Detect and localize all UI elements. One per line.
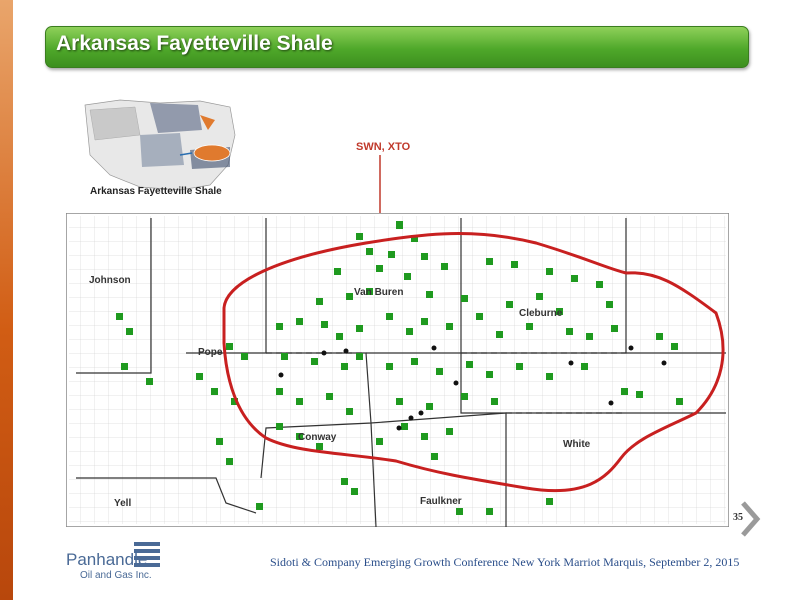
county-label-cleburne: Cleburne [519, 308, 563, 319]
title-banner: Arkansas Fayetteville Shale [45, 26, 749, 68]
county-label-yell: Yell [114, 498, 131, 509]
county-label-johnson: Johnson [89, 275, 131, 286]
panhandle-logo: Panhandle Oil and Gas Inc. [66, 540, 162, 594]
logo-name: Panhandle [66, 550, 148, 569]
fayetteville-shale-map: Johnson Van Buren Cleburne Pope Conway W… [66, 213, 729, 527]
left-accent-bar [0, 0, 13, 600]
inset-map-label: Arkansas Fayetteville Shale [90, 186, 222, 197]
county-label-pope: Pope [198, 347, 223, 358]
logo-subtitle: Oil and Gas Inc. [80, 570, 152, 581]
slide-title: Arkansas Fayetteville Shale [56, 32, 333, 55]
county-label-faulkner: Faulkner [420, 496, 462, 507]
footer-text: Sidoti & Company Emerging Growth Confere… [270, 555, 740, 569]
county-label-conway: Conway [298, 432, 337, 443]
county-label-van-buren: Van Buren [354, 287, 403, 298]
operator-callout: SWN, XTO [356, 141, 411, 153]
next-chevron-icon[interactable] [740, 501, 762, 537]
county-label-white: White [563, 439, 591, 450]
